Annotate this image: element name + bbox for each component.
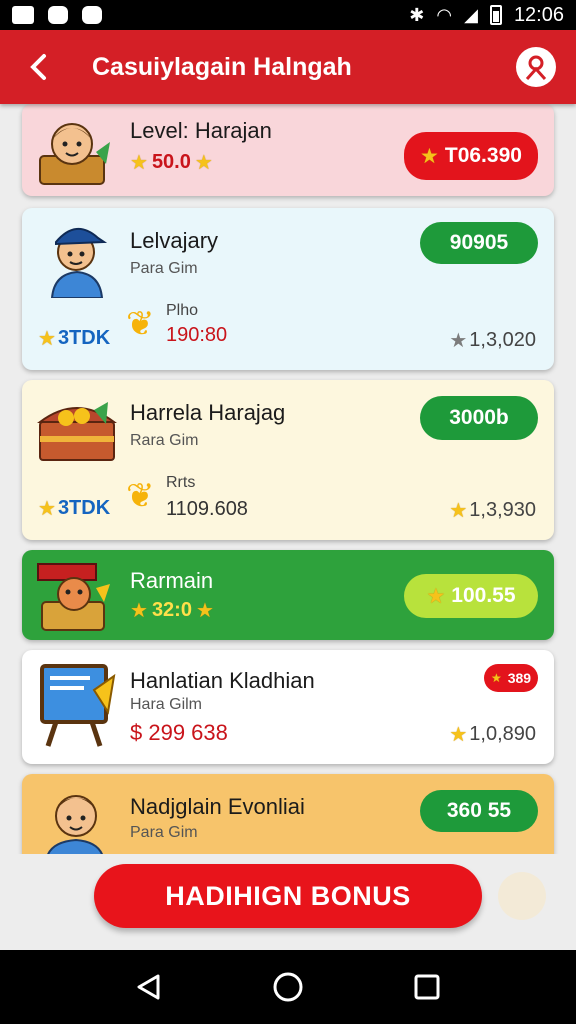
price-value: $ 299 638 [130, 720, 228, 745]
star-icon: ★ [130, 152, 148, 174]
star-icon: ★ [449, 724, 468, 746]
list-item[interactable]: Hanlatian Kladhian Hara Gilm $ 299 638 ★… [22, 650, 554, 764]
bluetooth-icon: ✱ [409, 5, 425, 25]
square-recents-icon [414, 974, 440, 1000]
nav-home-button[interactable] [268, 967, 308, 1007]
total-value: ★ 1,3,020 [449, 329, 536, 352]
user-icon [525, 55, 547, 80]
mail-notification-icon [12, 6, 34, 24]
floating-button[interactable] [498, 872, 546, 920]
card-title: Hanlatian Kladhian [130, 668, 315, 693]
star-icon: ★ [449, 330, 468, 352]
score-badge[interactable]: 3000b [420, 396, 538, 440]
app-header: Casuiylagain Halngah [0, 30, 576, 104]
score-badge[interactable]: ★ T06.390 [404, 132, 538, 180]
star-icon: ★ [194, 152, 213, 174]
score-badge[interactable]: 360 55 [420, 790, 538, 832]
small-badge[interactable]: ★ 389 [484, 664, 538, 692]
character-icon [42, 216, 112, 298]
wifi-icon: ◠ [436, 5, 453, 25]
game-list[interactable]: Level: Harajan ★ 50.0 ★ ★ T06.390 Lelvaj… [0, 104, 576, 854]
total-value: ★ 1,0,890 [449, 723, 536, 746]
list-item[interactable]: Rarmain ★ 32:0 ★ ★ 100.55 [22, 550, 554, 640]
back-button[interactable] [0, 30, 76, 104]
easel-board-icon [36, 660, 120, 748]
star-icon: ★ [195, 600, 214, 622]
page-title: Casuiylagain Halngah [92, 52, 352, 81]
chevron-left-icon [30, 54, 46, 80]
star-icon: ★ [420, 144, 439, 168]
character-icon [34, 558, 114, 632]
prize-value: 190:80 [166, 324, 228, 346]
total-value: ★ 1,3,930 [449, 499, 536, 522]
prize-label: Rrts [166, 474, 196, 491]
star-icon: ★ [130, 600, 148, 622]
card-title: Rarmain [130, 568, 214, 593]
score-badge[interactable]: ★ 100.55 [404, 574, 538, 618]
star-icon: ★ [38, 498, 56, 520]
character-icon [38, 780, 114, 854]
card-score: ★ 32:0 ★ [130, 599, 214, 622]
circle-home-icon [273, 972, 303, 1002]
card-subtitle: Hara Gilm [130, 696, 203, 713]
coin-icon: ❦ [126, 305, 155, 343]
card-subtitle: Para Gim [130, 260, 198, 277]
list-item[interactable]: Harrela Harajag Rara Gim 3000b ★ 3TDK ❦ … [22, 380, 554, 540]
card-subtitle: Rara Gim [130, 432, 199, 449]
character-icon [34, 112, 114, 188]
profile-button[interactable] [516, 47, 556, 87]
card-title: Level: Harajan [130, 118, 272, 143]
triangle-back-icon [137, 974, 160, 1000]
prize-value: 1109.608 [166, 498, 248, 520]
star-icon: ★ [449, 500, 468, 522]
list-item[interactable]: Nadjglain Evonliai Para Gim 360 55 [22, 774, 554, 854]
status-bar: ✱ ◠ ◢ 12:06 [0, 0, 576, 30]
card-title: Harrela Harajag [130, 400, 286, 425]
treasure-chest-icon [36, 392, 118, 464]
nav-back-button[interactable] [129, 967, 169, 1007]
nav-recents-button[interactable] [407, 967, 447, 1007]
navigation-bar [0, 950, 576, 1024]
star-icon: ★ [38, 328, 56, 350]
card-title: Lelvajary [130, 228, 219, 253]
star-icon: ★ [426, 584, 446, 608]
list-item[interactable]: Level: Harajan ★ 50.0 ★ ★ T06.390 [22, 104, 554, 196]
card-subtitle: Para Gim [130, 824, 198, 841]
prize-label: Plho [166, 302, 199, 319]
battery-icon [489, 5, 502, 25]
chat-notification-icon [48, 6, 68, 24]
stat-left: ★ 3TDK [38, 327, 111, 350]
star-icon: ★ [490, 671, 502, 685]
score-badge[interactable]: 90905 [420, 222, 538, 264]
list-item[interactable]: Lelvajary Para Gim 90905 ★ 3TDK ❦ Plho 1… [22, 208, 554, 370]
signal-icon: ◢ [464, 5, 478, 25]
status-time: 12:06 [513, 3, 564, 26]
bonus-button[interactable]: HADIHIGN BONUS [94, 864, 482, 928]
card-title: Nadjglain Evonliai [130, 794, 305, 819]
stat-left: ★ 3TDK [38, 497, 111, 520]
bonus-area: HADIHIGN BONUS [0, 854, 576, 950]
card-score: ★ 50.0 ★ [130, 151, 213, 174]
coin-icon: ❦ [126, 477, 155, 515]
app-notification-icon [82, 6, 102, 24]
